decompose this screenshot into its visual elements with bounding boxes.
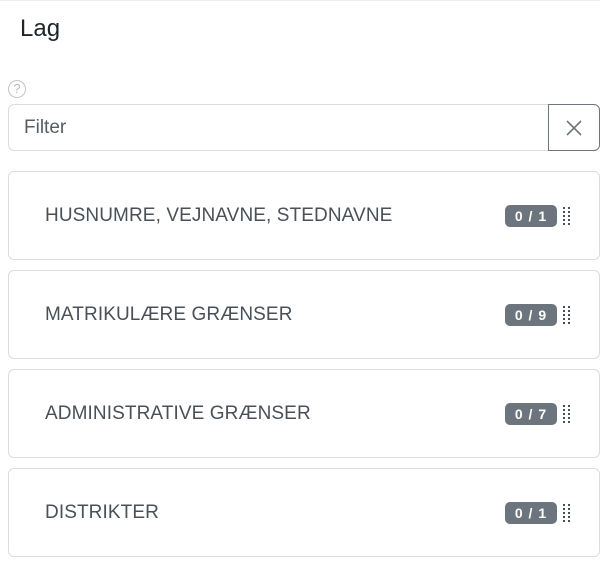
layer-count-badge: 0 / 9 bbox=[505, 304, 557, 326]
layer-label: ADMINISTRATIVE GRÆNSER bbox=[45, 403, 311, 424]
layer-count-badge: 0 / 1 bbox=[505, 205, 557, 227]
drag-handle-icon[interactable] bbox=[563, 207, 571, 227]
layer-count-badge: 0 / 7 bbox=[505, 403, 557, 425]
drag-handle-icon[interactable] bbox=[563, 405, 571, 425]
layers-panel: Lag ? HUSNUMRE, VEJNAVNE, STEDNAVNE 0 / … bbox=[0, 0, 607, 563]
layer-item-administrative[interactable]: ADMINISTRATIVE GRÆNSER 0 / 7 bbox=[8, 369, 600, 458]
layer-list: HUSNUMRE, VEJNAVNE, STEDNAVNE 0 / 1 MATR… bbox=[8, 171, 600, 563]
layer-label: HUSNUMRE, VEJNAVNE, STEDNAVNE bbox=[45, 205, 393, 226]
layer-item-matrikulaere[interactable]: MATRIKULÆRE GRÆNSER 0 / 9 bbox=[8, 270, 600, 359]
close-icon bbox=[566, 119, 582, 136]
drag-handle-icon[interactable] bbox=[563, 306, 571, 326]
layer-item-distrikter[interactable]: DISTRIKTER 0 / 1 bbox=[8, 468, 600, 557]
top-divider bbox=[0, 0, 600, 1]
layer-item-husnumre[interactable]: HUSNUMRE, VEJNAVNE, STEDNAVNE 0 / 1 bbox=[8, 171, 600, 260]
filter-input[interactable] bbox=[8, 104, 548, 151]
clear-filter-button[interactable] bbox=[548, 104, 600, 151]
layer-count-badge: 0 / 1 bbox=[505, 502, 557, 524]
panel-title: Lag bbox=[20, 15, 61, 42]
layer-label: MATRIKULÆRE GRÆNSER bbox=[45, 304, 293, 325]
help-icon[interactable]: ? bbox=[8, 80, 26, 98]
filter-row bbox=[8, 104, 600, 151]
drag-handle-icon[interactable] bbox=[563, 504, 571, 524]
layer-label: DISTRIKTER bbox=[45, 502, 159, 523]
